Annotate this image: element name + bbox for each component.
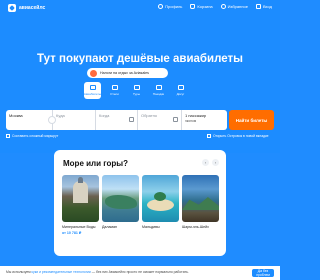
destination-card[interactable]: Шарм-эль-Шейх (182, 175, 219, 235)
destinations-card: Море или горы? ‹ › Минеральные Воды от 1… (54, 150, 226, 256)
origin-field[interactable]: Москва (6, 110, 56, 130)
tab-hotels-label: Отели (110, 92, 119, 96)
nav-login[interactable]: Вход (255, 4, 272, 9)
tab-leisure-label: Досуг (176, 92, 185, 96)
header: авиасейлс Профиль Корзина Избранное Вход (0, 0, 280, 16)
logo-text: авиасейлс (19, 5, 46, 11)
nav-login-label: Вход (262, 4, 272, 9)
ticket-icon (177, 85, 184, 90)
palm-icon (133, 85, 140, 90)
page-title: Тут покупают дешёвые авиабилеты (37, 53, 243, 65)
promo-text: Налоги на отдых за Aviasales (100, 71, 149, 75)
destination-card[interactable]: Минеральные Воды от 10 781 ₽ (62, 175, 99, 235)
nav-profile[interactable]: Профиль (158, 4, 182, 9)
search-options: Составить сложный маршрут Открыть Остров… (6, 134, 274, 141)
destination-photo (142, 175, 179, 222)
plane-icon (89, 85, 96, 90)
origin-value: Москва (9, 113, 23, 118)
swap-icon[interactable] (48, 116, 56, 124)
bag-icon (155, 85, 162, 90)
destination-price: от 10 781 ₽ (62, 230, 82, 235)
nav-cart-label: Корзина (197, 4, 213, 9)
login-icon (255, 4, 261, 9)
card-title: Море или горы? (63, 159, 128, 168)
open-booking-label: Открыть Островок в новой вкладке (213, 134, 269, 138)
complex-route-option[interactable]: Составить сложный маршрут (6, 134, 58, 138)
open-booking-checkbox[interactable] (207, 134, 211, 138)
promo-pill[interactable]: Налоги на отдых за Aviasales (87, 68, 168, 78)
top-nav: Профиль Корзина Избранное Вход (158, 4, 272, 9)
destination-photo (62, 175, 99, 222)
complex-route-label: Составить сложный маршрут (12, 134, 59, 138)
heart-icon (220, 4, 226, 9)
bed-icon (111, 85, 118, 90)
destination-name: Минеральные Воды (62, 225, 96, 229)
tab-trips[interactable]: Поездки (150, 82, 167, 99)
nav-favorites-label: Избранное (227, 4, 248, 9)
destination-field[interactable]: Куда (53, 110, 96, 130)
cookie-accept-button[interactable]: Да без проблем (252, 269, 274, 277)
return-date-field[interactable]: Обратно (138, 110, 182, 130)
cookie-banner: Мы используем куки и рекомендательные те… (0, 266, 280, 280)
calendar-icon (129, 117, 134, 122)
passengers-field[interactable]: 1 пассажир эконом (182, 110, 227, 130)
prev-button[interactable]: ‹ (202, 159, 209, 166)
service-tabs: Авиабилеты Отели Туры Поездки Досуг (84, 82, 189, 99)
calendar-icon (173, 117, 178, 122)
search-form: Москва Куда Когда Обратно 1 пассажир эко… (6, 110, 227, 130)
cookie-link[interactable]: куки и рекомендательные технологии (32, 270, 91, 274)
destination-photo (102, 175, 139, 222)
destination-name: Мальдивы (142, 225, 160, 229)
passengers-value: 1 пассажир (185, 113, 207, 118)
destination-name: Шарм-эль-Шейх (182, 225, 209, 229)
destination-photo (182, 175, 219, 222)
nav-favorites[interactable]: Избранное (220, 4, 248, 9)
complex-route-checkbox[interactable] (6, 134, 10, 138)
logo-icon (8, 4, 16, 12)
destination-card[interactable]: Мальдивы (142, 175, 179, 235)
nav-cart[interactable]: Корзина (190, 4, 213, 9)
hero-section: авиасейлс Профиль Корзина Избранное Вход… (0, 0, 280, 153)
destination-card[interactable]: Даламан (102, 175, 139, 235)
carousel-nav: ‹ › (202, 159, 219, 166)
open-booking-option[interactable]: Открыть Островок в новой вкладке (207, 134, 269, 138)
tab-tours-label: Туры (133, 92, 140, 96)
cart-icon (190, 4, 196, 9)
class-value: эконом (185, 119, 197, 123)
tab-hotels[interactable]: Отели (106, 82, 123, 99)
tab-leisure[interactable]: Досуг (172, 82, 189, 99)
tab-tours[interactable]: Туры (128, 82, 145, 99)
cookie-text-before: Мы используем (6, 270, 31, 274)
find-tickets-button[interactable]: Найти билеты (229, 110, 274, 130)
tab-flights[interactable]: Авиабилеты (84, 82, 101, 99)
date-field[interactable]: Когда (96, 110, 138, 130)
cookie-text: Мы используем куки и рекомендательные те… (6, 270, 189, 274)
cookie-text-after: — без них Авиасейлс просто не сможет нор… (91, 270, 189, 274)
promo-icon (90, 69, 97, 77)
nav-profile-label: Профиль (165, 4, 183, 9)
tab-flights-label: Авиабилеты (83, 92, 102, 96)
tab-trips-label: Поездки (152, 92, 165, 96)
next-button[interactable]: › (212, 159, 219, 166)
logo[interactable]: авиасейлс (8, 4, 45, 12)
destination-name: Даламан (102, 225, 117, 229)
destinations-list: Минеральные Воды от 10 781 ₽ Даламан Мал… (62, 175, 219, 235)
destination-placeholder: Куда (56, 113, 65, 118)
user-icon (158, 4, 164, 9)
